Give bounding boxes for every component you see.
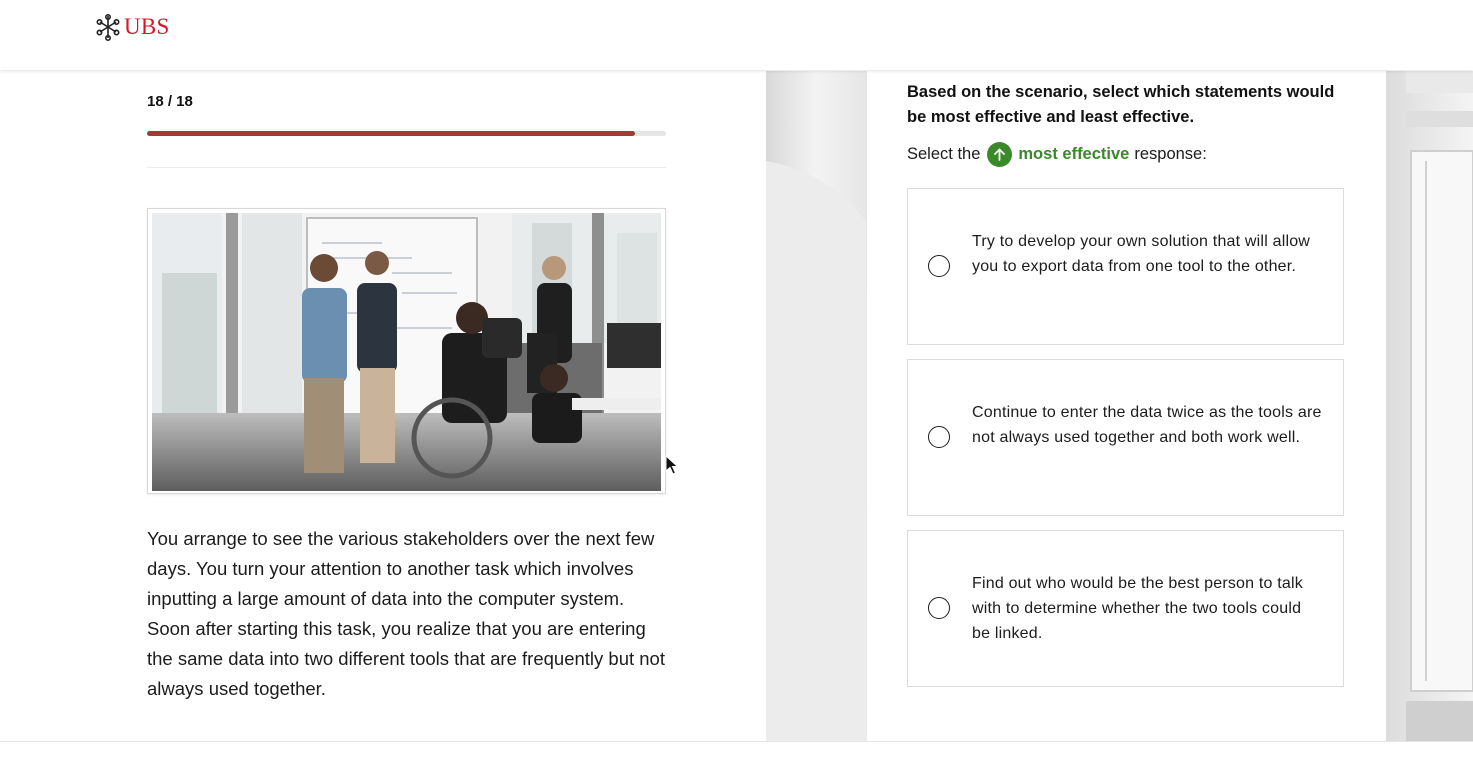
divider xyxy=(147,167,666,168)
ubs-keys-icon xyxy=(96,13,120,41)
progress-bar xyxy=(147,131,666,136)
question-panel: Based on the scenario, select which stat… xyxy=(867,71,1386,741)
scenario-panel: 18 / 18 You arrange to see the various s… xyxy=(0,71,766,741)
top-header: UBS xyxy=(0,0,1473,70)
logo-wordmark: UBS xyxy=(124,14,170,39)
question-prompt: Based on the scenario, select which stat… xyxy=(907,83,1335,126)
instruction-suffix: response: xyxy=(1134,145,1207,163)
radio-button[interactable] xyxy=(928,597,950,619)
bottom-bar xyxy=(0,741,1473,762)
question-counter: 18 / 18 xyxy=(147,93,193,110)
scenario-image xyxy=(147,208,666,494)
instruction-highlight: most effective xyxy=(1018,145,1130,163)
radio-button[interactable] xyxy=(928,255,950,277)
instruction: Select the most effective response: xyxy=(907,142,1207,167)
mouse-cursor-icon xyxy=(665,455,679,475)
arrow-up-icon xyxy=(987,142,1013,167)
progress-bar-fill xyxy=(147,131,635,136)
scenario-text: You arrange to see the various stakehold… xyxy=(147,528,665,699)
answer-option-text: Try to develop your own solution that wi… xyxy=(972,233,1311,275)
answer-option-text: Find out who would be the best person to… xyxy=(972,575,1303,642)
ubs-logo[interactable]: UBS xyxy=(96,13,170,41)
answer-option-text: Continue to enter the data twice as the … xyxy=(972,404,1322,446)
radio-button[interactable] xyxy=(928,426,950,448)
answer-option-3[interactable]: Find out who would be the best person to… xyxy=(907,530,1344,687)
instruction-prefix: Select the xyxy=(907,145,981,163)
answer-option-2[interactable]: Continue to enter the data twice as the … xyxy=(907,359,1344,516)
answer-option-1[interactable]: Try to develop your own solution that wi… xyxy=(907,188,1344,345)
